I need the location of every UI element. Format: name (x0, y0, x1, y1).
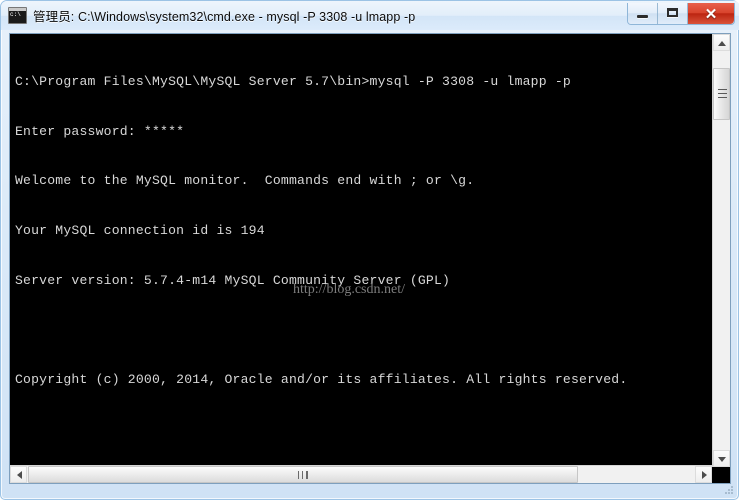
vertical-scrollbar[interactable] (712, 34, 730, 467)
scroll-left-button[interactable] (10, 466, 27, 483)
console-line: Server version: 5.7.4-m14 MySQL Communit… (15, 272, 451, 288)
vertical-scroll-thumb[interactable] (713, 68, 730, 120)
cmd-console-icon (8, 7, 27, 24)
console-line: Your MySQL connection id is 194 (15, 223, 265, 239)
console-client-area: C:\Program Files\MySQL\MySQL Server 5.7\… (9, 33, 731, 484)
grip-icon (298, 471, 308, 479)
minimize-button[interactable] (628, 3, 658, 24)
minimize-icon (637, 15, 648, 18)
maximize-button[interactable] (658, 3, 688, 24)
chevron-left-icon (17, 471, 22, 479)
console-window: 管理员: C:\Windows\system32\cmd.exe - mysql… (0, 0, 739, 500)
scroll-down-button[interactable] (713, 450, 730, 467)
resize-grip[interactable] (723, 484, 735, 496)
console-line: Copyright (c) 2000, 2014, Oracle and/or … (15, 371, 628, 387)
grip-icon (718, 89, 727, 98)
maximize-icon (667, 8, 678, 17)
window-controls: ✕ (627, 3, 735, 25)
console-line: Enter password: ***** (15, 123, 185, 139)
window-title: 管理员: C:\Windows\system32\cmd.exe - mysql… (33, 10, 416, 24)
console-line: C:\Program Files\MySQL\MySQL Server 5.7\… (15, 74, 571, 90)
chevron-right-icon (702, 471, 707, 479)
horizontal-scroll-thumb[interactable] (28, 466, 578, 483)
console-line: Welcome to the MySQL monitor. Commands e… (15, 173, 475, 189)
close-icon: ✕ (704, 5, 718, 23)
scroll-up-button[interactable] (713, 34, 730, 51)
chevron-up-icon (718, 41, 726, 46)
chevron-down-icon (718, 457, 726, 462)
console-output[interactable]: C:\Program Files\MySQL\MySQL Server 5.7\… (10, 34, 712, 467)
close-button[interactable]: ✕ (688, 3, 734, 24)
title-bar[interactable]: 管理员: C:\Windows\system32\cmd.exe - mysql… (1, 1, 739, 30)
scroll-right-button[interactable] (695, 466, 712, 483)
horizontal-scrollbar[interactable] (10, 465, 712, 483)
